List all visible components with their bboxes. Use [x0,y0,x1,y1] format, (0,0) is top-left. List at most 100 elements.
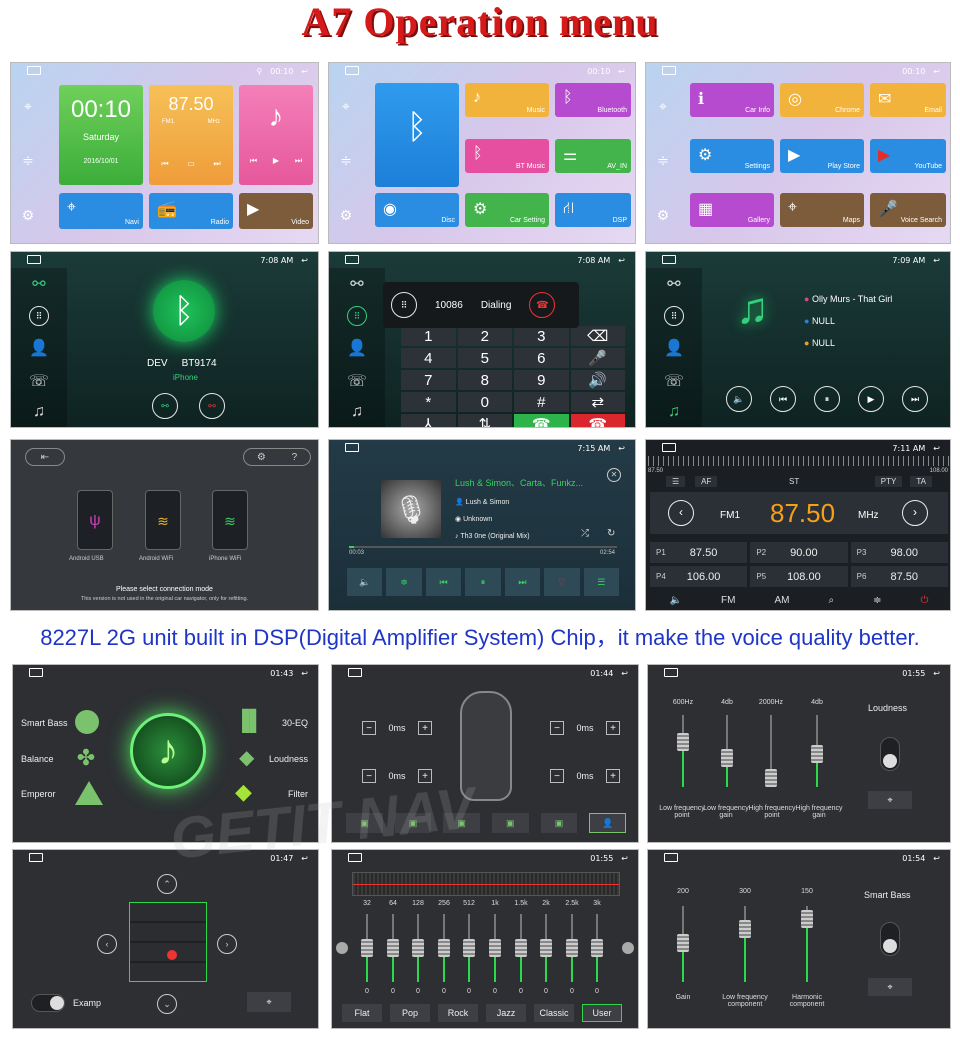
loudness-toggle[interactable] [880,737,900,771]
transfer-key[interactable]: ⇅ [457,414,512,427]
home-icon[interactable] [345,255,359,264]
target-button[interactable]: ⌖ [247,992,291,1012]
chevron-up-icon[interactable]: ⌃ [157,874,177,894]
music-widget[interactable]: ♪ ⏮ ▶ ⏭ [239,85,313,185]
exit-button[interactable]: ⇤ [25,448,65,466]
home-icon[interactable] [29,853,43,862]
back-icon[interactable]: ↩ [618,444,625,453]
key[interactable]: 3 [514,326,569,346]
af-toggle[interactable]: AF [695,476,718,487]
smart-bass-icon[interactable] [75,710,99,734]
maps-tile[interactable]: ⌖ Maps [780,193,864,227]
slider-knob[interactable] [361,939,373,957]
fm-button[interactable]: FM [721,595,735,606]
slider-knob[interactable] [489,939,501,957]
dialpad-icon[interactable]: ⠿ [29,306,49,327]
balance-icon[interactable]: ✤ [71,745,101,770]
preset-button[interactable]: P1 87.50 [650,542,748,563]
disconnect-button[interactable]: ⚯ [199,393,225,419]
balance-position-marker[interactable] [167,950,177,960]
back-icon[interactable]: ↩ [933,256,940,265]
home-icon[interactable] [664,668,678,677]
home-icon[interactable] [345,66,359,75]
back-icon[interactable]: ↩ [933,854,940,863]
key[interactable]: 🎤 [570,348,625,368]
minus-button[interactable]: − [550,721,564,735]
search-icon[interactable]: ⌕ [828,595,834,606]
prev-button[interactable]: ⏮ [425,568,462,596]
plus-button[interactable]: + [606,721,620,735]
seek-prev-button[interactable]: ‹ [668,500,694,526]
equalizer-button[interactable]: ≑ [386,568,422,596]
key[interactable]: * [401,392,456,412]
ta-toggle[interactable]: TA [910,476,932,487]
eq-band-slider[interactable] [361,914,373,982]
eq-band-slider[interactable] [387,914,399,982]
contacts-icon[interactable]: 👤 [29,338,49,358]
home-icon[interactable] [662,443,676,452]
dialpad-icon[interactable]: ⠿ [347,306,367,327]
eq-label[interactable]: 30-EQ [282,718,308,728]
eq-preset-rock[interactable]: Rock [438,1004,478,1022]
gear-icon[interactable]: ⚙ [22,207,35,224]
back-icon[interactable]: ↩ [621,669,628,678]
seek-next-button[interactable]: › [902,500,928,526]
target-button[interactable]: ⌖ [868,791,912,809]
eq-prev-button[interactable] [336,942,348,954]
low-freq-slider[interactable] [739,906,751,982]
gear-icon[interactable]: ⚙ [657,207,670,224]
key[interactable]: 6 [514,348,569,368]
loudness-slider[interactable] [721,715,733,787]
connect-button[interactable]: ⚯ [152,393,178,419]
eq-band-slider[interactable] [438,914,450,982]
equalizer-icon[interactable]: ≑ [873,595,881,606]
email-tile[interactable]: ✉ Email [870,83,946,117]
loudness-slider[interactable] [677,715,689,787]
home-icon[interactable] [348,853,362,862]
music-icon[interactable]: ♫ [668,403,680,421]
eq-band-slider[interactable] [489,914,501,982]
loudness-slider[interactable] [765,715,777,787]
link-icon[interactable]: ⚯ [32,274,45,294]
gallery-tile[interactable]: ▦ Gallery [690,193,774,227]
preset-button[interactable]: P2 90.00 [750,542,848,563]
pause-button[interactable]: ⏸ [814,386,840,412]
slider-knob[interactable] [765,769,777,787]
close-icon[interactable]: ✕ [607,468,621,482]
harmonic-slider[interactable] [801,906,813,982]
key[interactable]: 0 [457,392,512,412]
dialpad-icon[interactable]: ⠿ [391,292,417,318]
minus-button[interactable]: − [362,769,376,783]
key[interactable]: 4 [401,348,456,368]
slider-knob[interactable] [463,939,475,957]
rds-icon[interactable]: ☰ [666,476,686,487]
loudness-label[interactable]: Loudness [269,754,308,764]
slider-knob[interactable] [801,910,813,928]
slider-knob[interactable] [677,934,689,952]
chevron-right-icon[interactable]: › [217,934,237,954]
settings-button[interactable]: ⚙? [243,448,311,466]
preset-button[interactable]: P6 87.50 [850,566,948,587]
preset-button[interactable]: P5 108.00 [750,566,848,587]
prev-icon[interactable]: ⏮ [250,156,257,166]
eq-band-slider[interactable] [540,914,552,982]
carsetting-tile[interactable]: ⚙ Car Setting [465,193,549,227]
eq-next-button[interactable] [622,942,634,954]
android-usb-option[interactable]: ψ [77,490,113,550]
slider-knob[interactable] [515,939,527,957]
seat-preset-button[interactable]: ▣ [540,813,578,833]
equalizer-icon[interactable]: ≑ [657,152,669,169]
key[interactable]: 🔊 [570,370,625,390]
back-icon[interactable]: ↩ [301,256,308,265]
iphone-wifi-option[interactable]: ≋ [212,490,248,550]
volume-button[interactable]: 🔈 [726,386,752,412]
repeat-icon[interactable]: ↻ [607,528,615,539]
key[interactable]: 2 [457,326,512,346]
call-log-icon[interactable]: ☏ [29,371,49,391]
slider-knob[interactable] [591,939,603,957]
preset-button[interactable]: P4 106.00 [650,566,748,587]
next-icon[interactable]: ⏭ [213,159,220,169]
back-icon[interactable]: ↩ [618,67,625,76]
back-icon[interactable]: ↩ [933,444,940,453]
voicesearch-tile[interactable]: 🎤 Voice Search [870,193,946,227]
